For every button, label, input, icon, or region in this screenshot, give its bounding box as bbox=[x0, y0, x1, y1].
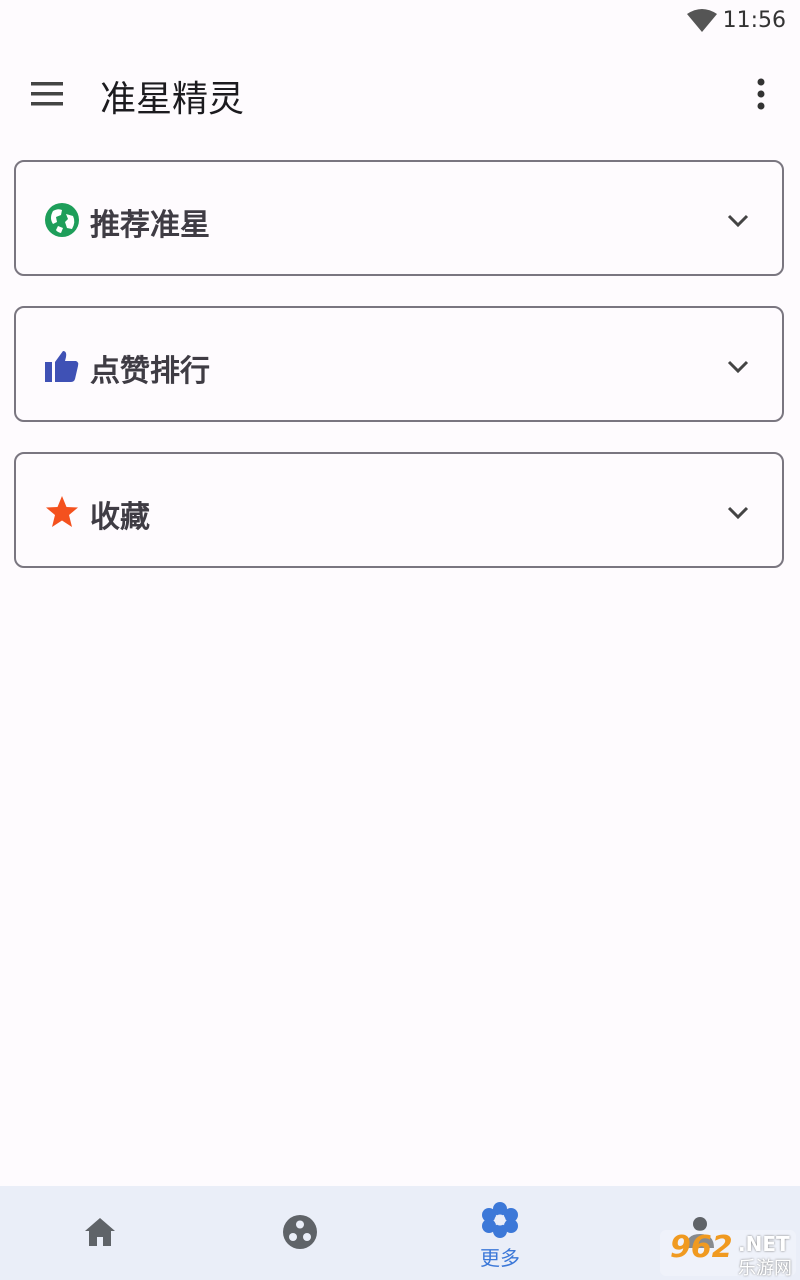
card-likes-ranking[interactable]: 点赞排行 bbox=[14, 306, 784, 422]
card-label: 点赞排行 bbox=[90, 354, 210, 389]
card-recommended-crosshair[interactable]: 推荐准星 bbox=[14, 160, 784, 276]
more-options-button[interactable] bbox=[746, 76, 776, 112]
wifi-icon bbox=[687, 9, 717, 32]
status-time: 11:56 bbox=[722, 8, 786, 33]
nav-home[interactable] bbox=[40, 1186, 160, 1280]
community-icon bbox=[283, 1215, 317, 1249]
page-title: 准星精灵 bbox=[100, 79, 245, 120]
chevron-down-icon bbox=[727, 214, 749, 228]
watermark-suffix: .NET bbox=[738, 1232, 790, 1256]
chevron-down-icon bbox=[727, 360, 749, 374]
status-bar: 11:56 bbox=[0, 0, 800, 44]
star-icon bbox=[46, 496, 78, 527]
globe-icon bbox=[45, 203, 79, 237]
card-label: 推荐准星 bbox=[90, 208, 210, 243]
watermark-brand: 962 bbox=[670, 1230, 733, 1265]
nav-more-label: 更多 bbox=[480, 1246, 520, 1270]
thumb-up-icon bbox=[45, 351, 79, 382]
app-bar: 准星精灵 bbox=[0, 44, 800, 144]
more-vert-icon bbox=[757, 78, 765, 110]
watermark-site: 乐游网 bbox=[738, 1258, 792, 1279]
home-icon bbox=[85, 1218, 115, 1246]
flower-icon bbox=[482, 1202, 518, 1238]
nav-community[interactable] bbox=[240, 1186, 360, 1280]
menu-button[interactable] bbox=[28, 78, 66, 110]
watermark-logo: 962 .NET 乐游网 bbox=[660, 1230, 796, 1279]
card-label: 收藏 bbox=[90, 500, 150, 535]
menu-icon bbox=[31, 82, 63, 106]
nav-more[interactable]: 更多 bbox=[440, 1186, 560, 1280]
bottom-navigation: 更多 962 .NET 乐游网 bbox=[0, 1186, 800, 1280]
card-favorites[interactable]: 收藏 bbox=[14, 452, 784, 568]
chevron-down-icon bbox=[727, 506, 749, 520]
